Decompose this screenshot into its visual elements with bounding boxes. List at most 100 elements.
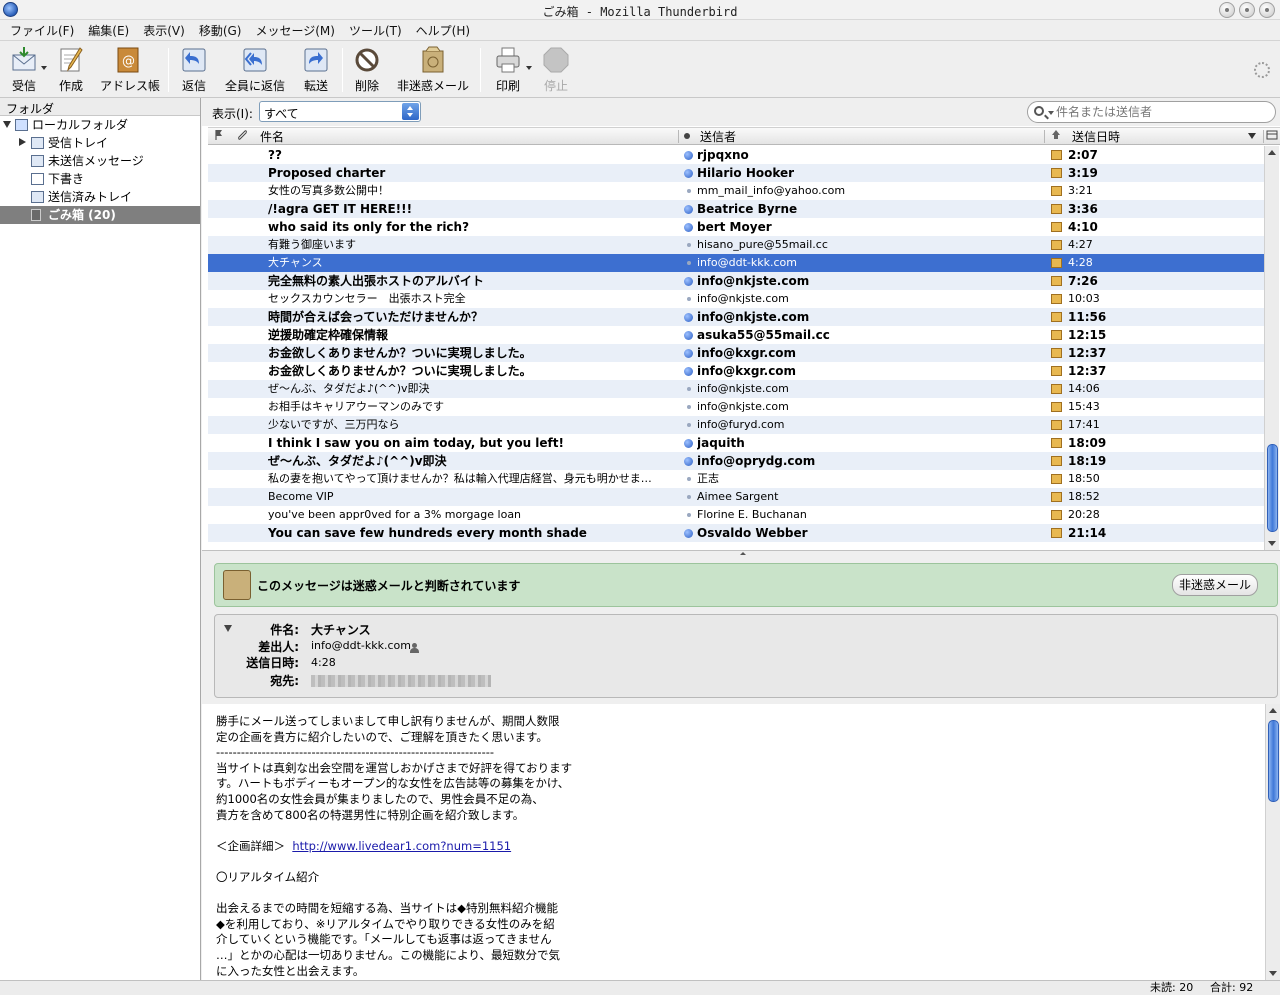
select-arrow-icon[interactable] bbox=[402, 103, 419, 120]
folder-local-folders[interactable]: ローカルフォルダ bbox=[0, 116, 200, 134]
read-status-icon[interactable] bbox=[687, 387, 691, 391]
junk-mark-icon[interactable] bbox=[1051, 222, 1062, 232]
folder-drafts[interactable]: 下書き bbox=[0, 170, 200, 188]
scroll-thumb[interactable] bbox=[1268, 720, 1279, 802]
message-row[interactable]: 時間が合えば会っていただけませんか？ info@nkjste.com 11:56 bbox=[208, 308, 1264, 326]
folder-unsent[interactable]: 未送信メッセージ bbox=[0, 152, 200, 170]
unread-status-icon[interactable] bbox=[684, 367, 693, 376]
unread-status-icon[interactable] bbox=[684, 349, 693, 358]
scroll-thumb[interactable] bbox=[1267, 444, 1278, 532]
message-body-scrollbar[interactable] bbox=[1265, 704, 1280, 980]
junk-status-column-icon[interactable] bbox=[1050, 129, 1062, 145]
message-row[interactable]: I think I saw you on aim today, but you … bbox=[208, 434, 1264, 452]
junk-mark-icon[interactable] bbox=[1051, 384, 1062, 394]
flag-column-icon[interactable] bbox=[214, 129, 224, 145]
search-dropdown-icon[interactable] bbox=[1048, 111, 1054, 115]
print-button[interactable]: 印刷 bbox=[491, 44, 525, 96]
search-icon[interactable] bbox=[1034, 106, 1044, 116]
junk-mark-icon[interactable] bbox=[1051, 330, 1062, 340]
print-dropdown-icon[interactable] bbox=[526, 66, 532, 70]
menu-help[interactable]: ヘルプ(H) bbox=[409, 22, 477, 39]
junk-mark-icon[interactable] bbox=[1051, 492, 1062, 502]
menu-file[interactable]: ファイル(F) bbox=[3, 22, 81, 39]
message-row[interactable]: 私の妻を抱いてやって頂けませんか？私は輸入代理店経営、身元も明かせま… 正志 18:… bbox=[208, 470, 1264, 488]
junk-mark-icon[interactable] bbox=[1051, 186, 1062, 196]
message-row[interactable]: Proposed charter Hilario Hooker 3:19 bbox=[208, 164, 1264, 182]
read-status-icon[interactable] bbox=[687, 189, 691, 193]
menu-view[interactable]: 表示(V) bbox=[136, 22, 192, 39]
search-box[interactable] bbox=[1027, 101, 1276, 123]
column-subject[interactable]: 件名 bbox=[260, 129, 284, 145]
message-row[interactable]: who said its only for the rich? bert Moye… bbox=[208, 218, 1264, 236]
junk-mark-icon[interactable] bbox=[1051, 312, 1062, 322]
person-icon[interactable] bbox=[410, 643, 419, 653]
junk-mark-icon[interactable] bbox=[1051, 348, 1062, 358]
scroll-down-icon[interactable] bbox=[1269, 971, 1277, 976]
message-row[interactable]: you've been appr0ved for a 3% morgage lo… bbox=[208, 506, 1264, 524]
folder-sent[interactable]: 送信済みトレイ bbox=[0, 188, 200, 206]
junk-mark-icon[interactable] bbox=[1051, 258, 1062, 268]
message-row[interactable]: /!agra GET IT HERE!!! Beatrice Byrne 3:36 bbox=[208, 200, 1264, 218]
unread-status-icon[interactable] bbox=[684, 223, 693, 232]
scroll-up-icon[interactable] bbox=[1268, 150, 1276, 155]
scroll-up-icon[interactable] bbox=[1269, 708, 1277, 713]
menu-edit[interactable]: 編集(E) bbox=[81, 22, 136, 39]
not-junk-bar-button[interactable]: 非迷惑メール bbox=[1171, 574, 1258, 596]
attachment-column-icon[interactable] bbox=[236, 129, 248, 145]
junk-mark-icon[interactable] bbox=[1051, 366, 1062, 376]
compose-button[interactable]: 作成 bbox=[52, 44, 90, 96]
junk-mark-icon[interactable] bbox=[1051, 420, 1062, 430]
column-separator[interactable] bbox=[1044, 130, 1045, 143]
junk-mark-icon[interactable] bbox=[1051, 204, 1062, 214]
read-status-column-icon[interactable] bbox=[684, 133, 690, 139]
unread-status-icon[interactable] bbox=[684, 205, 693, 214]
read-status-icon[interactable] bbox=[687, 477, 691, 481]
unread-status-icon[interactable] bbox=[684, 169, 693, 178]
minimize-button[interactable] bbox=[1219, 2, 1235, 18]
pane-splitter[interactable] bbox=[202, 550, 1280, 558]
junk-mark-icon[interactable] bbox=[1051, 438, 1062, 448]
unread-status-icon[interactable] bbox=[684, 529, 693, 538]
body-link[interactable]: http://www.livedear1.com?num=1151 bbox=[292, 839, 511, 853]
menu-message[interactable]: メッセージ(M) bbox=[248, 22, 341, 39]
unread-status-icon[interactable] bbox=[684, 313, 693, 322]
message-row[interactable]: You can save few hundreds every month sh… bbox=[208, 524, 1264, 542]
column-picker-icon[interactable] bbox=[1266, 129, 1278, 145]
message-row[interactable]: 女性の写真多数公開中！ mm_mail_info@yahoo.com 3:21 bbox=[208, 182, 1264, 200]
message-row[interactable]: 完全無料の素人出張ホストのアルバイト info@nkjste.com 7:26 bbox=[208, 272, 1264, 290]
reply-button[interactable]: 返信 bbox=[177, 44, 211, 96]
message-row[interactable]: 大チャンス info@ddt-kkk.com 4:28 bbox=[208, 254, 1264, 272]
splitter-grip-icon[interactable] bbox=[740, 552, 746, 555]
address-book-button[interactable]: @ アドレス帳 bbox=[100, 44, 160, 96]
message-row[interactable]: お相手はキャリアウーマンのみです info@nkjste.com 15:43 bbox=[208, 398, 1264, 416]
column-sender[interactable]: 送信者 bbox=[700, 129, 736, 145]
column-date[interactable]: 送信日時 bbox=[1072, 129, 1120, 145]
message-row[interactable]: ?? rjpqxno 2:07 bbox=[208, 146, 1264, 164]
junk-mark-icon[interactable] bbox=[1051, 150, 1062, 160]
stop-button[interactable]: 停止 bbox=[540, 44, 572, 96]
scroll-down-icon[interactable] bbox=[1268, 541, 1276, 546]
view-select[interactable]: すべて bbox=[259, 101, 421, 122]
maximize-button[interactable] bbox=[1239, 2, 1255, 18]
read-status-icon[interactable] bbox=[687, 513, 691, 517]
read-status-icon[interactable] bbox=[687, 405, 691, 409]
read-status-icon[interactable] bbox=[687, 495, 691, 499]
junk-mark-icon[interactable] bbox=[1051, 294, 1062, 304]
from-value[interactable]: info@ddt-kkk.com bbox=[311, 639, 411, 652]
message-row[interactable]: ぜ～んぶ、タダだよ♪(^^)v即決 info@oprydg.com 18:19 bbox=[208, 452, 1264, 470]
folder-inbox[interactable]: 受信トレイ bbox=[0, 134, 200, 152]
read-status-icon[interactable] bbox=[687, 261, 691, 265]
junk-mark-icon[interactable] bbox=[1051, 276, 1062, 286]
message-row[interactable]: セックスカウンセラー 出張ホスト完全 info@nkjste.com 10:03 bbox=[208, 290, 1264, 308]
junk-mark-icon[interactable] bbox=[1051, 168, 1062, 178]
menu-tools[interactable]: ツール(T) bbox=[342, 22, 409, 39]
message-row[interactable]: 少ないですが、三万円なら info@furyd.com 17:41 bbox=[208, 416, 1264, 434]
reply-all-button[interactable]: 全員に返信 bbox=[224, 44, 286, 96]
read-status-icon[interactable] bbox=[687, 243, 691, 247]
menu-go[interactable]: 移動(G) bbox=[192, 22, 249, 39]
junk-mark-icon[interactable] bbox=[1051, 528, 1062, 538]
message-row[interactable]: 逆援助確定枠確保情報 asuka55@55mail.cc 12:15 bbox=[208, 326, 1264, 344]
message-row[interactable]: お金欲しくありませんか？ついに実現しました。 info@kxgr.com 12:37 bbox=[208, 344, 1264, 362]
unread-status-icon[interactable] bbox=[684, 439, 693, 448]
unread-status-icon[interactable] bbox=[684, 457, 693, 466]
